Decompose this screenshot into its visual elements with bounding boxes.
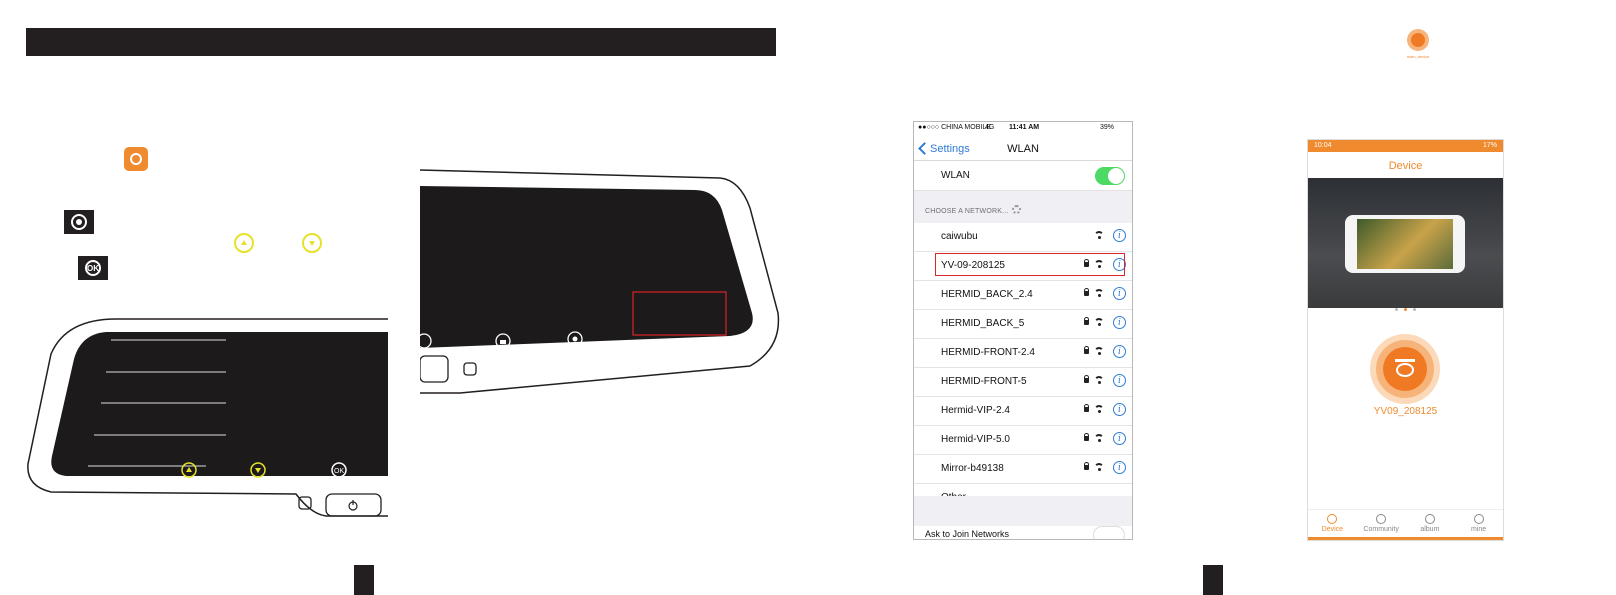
wifi-icon — [1094, 318, 1104, 326]
battery-percent: 17% — [1482, 142, 1497, 149]
device-icon — [1327, 514, 1338, 524]
status-bar: ●●○○○ CHINA MOBILE 4G 11:41 AM 39% — [914, 122, 1132, 134]
lock-icon — [1084, 462, 1089, 470]
networks-section-header: CHOOSE A NETWORK... — [914, 191, 1132, 223]
bottom-accent-bar — [1308, 537, 1503, 540]
ask-to-join-label: Ask to Join Networks — [925, 529, 1010, 539]
nav-bar: Settings WLAN — [914, 136, 1132, 161]
wlan-label: WLAN — [941, 170, 970, 181]
page-title: Device — [1388, 160, 1423, 172]
section-header-label: CHOOSE A NETWORK... — [925, 208, 1009, 215]
info-icon[interactable]: i — [1113, 345, 1126, 358]
wifi-icon — [1094, 347, 1104, 355]
wifi-icon — [1094, 376, 1104, 384]
wifi-icon — [1094, 260, 1104, 268]
network-row[interactable]: HERMID_BACK_5 i — [914, 310, 1132, 339]
svg-text:OK: OK — [334, 468, 344, 475]
tab-album[interactable]: album — [1406, 510, 1455, 540]
network-row[interactable]: HERMID-FRONT-5 i — [914, 368, 1132, 397]
page-title: WLAN — [1007, 143, 1039, 155]
lock-icon — [1084, 375, 1089, 383]
tab-mine[interactable]: mine — [1454, 510, 1503, 540]
device-name[interactable]: YV09_208125 — [1308, 406, 1503, 417]
info-icon[interactable]: i — [1113, 287, 1126, 300]
loading-spinner-icon — [1012, 205, 1021, 214]
lock-icon — [1084, 288, 1089, 296]
network-name: Hermid-VIP-2.4 — [941, 405, 1010, 416]
banner-carousel[interactable] — [1308, 178, 1503, 311]
network-name: Hermid-VIP-5.0 — [941, 434, 1010, 445]
app-device-screen: 10:04 17% Device YV09_208125 Device Comm… — [1307, 139, 1504, 541]
wlan-toggle[interactable] — [1095, 167, 1125, 185]
banner-video-preview — [1357, 219, 1453, 269]
status-bar: 10:04 17% — [1308, 140, 1503, 152]
lock-icon — [1084, 259, 1089, 267]
network-row[interactable]: Mirror-b49138 i — [914, 455, 1132, 484]
lock-icon — [1084, 433, 1089, 441]
dashcam-icon[interactable] — [1383, 347, 1427, 391]
battery-percent: 39% — [1099, 124, 1114, 131]
network-row[interactable]: HERMID-FRONT-2.4 i — [914, 339, 1132, 368]
info-icon[interactable]: i — [1113, 229, 1126, 242]
network-row[interactable]: Hermid-VIP-5.0 i — [914, 426, 1132, 455]
network-row[interactable]: Hermid-VIP-2.4 i — [914, 397, 1132, 426]
wlan-toggle-row: WLAN — [914, 162, 1132, 191]
network-name: HERMID-FRONT-5 — [941, 376, 1027, 387]
tab-community[interactable]: Community — [1357, 510, 1406, 540]
network-row[interactable]: caiwubu i — [914, 223, 1132, 252]
network-name: YV-09-208125 — [941, 260, 1005, 271]
info-icon[interactable]: i — [1113, 403, 1126, 416]
wifi-icon — [1094, 231, 1104, 239]
network-name: caiwubu — [941, 231, 978, 242]
up-key-icon — [234, 233, 254, 253]
menu-key-icon — [64, 210, 94, 234]
page-marker — [1203, 565, 1223, 595]
network-name: HERMID_BACK_5 — [941, 318, 1025, 329]
brand-logo-text: main_device — [1406, 54, 1430, 59]
banner-phone-image — [1345, 215, 1465, 273]
network-name: HERMID_BACK_2.4 — [941, 289, 1033, 300]
wlan-settings-screen: ●●○○○ CHINA MOBILE 4G 11:41 AM 39% Setti… — [913, 121, 1133, 540]
lock-icon — [1084, 404, 1089, 412]
network-name: Mirror-b49138 — [941, 463, 1004, 474]
carrier-label: ●●○○○ CHINA MOBILE — [918, 124, 991, 131]
bottom-tab-bar: Device Community album mine — [1308, 509, 1503, 540]
carousel-dots — [1308, 298, 1503, 316]
status-time: 10:04 — [1314, 142, 1332, 149]
wifi-icon — [1094, 289, 1104, 297]
ok-key-icon: OK — [78, 256, 108, 280]
status-time: 11:41 AM — [1009, 124, 1040, 131]
info-icon[interactable]: i — [1113, 374, 1126, 387]
brand-logo-icon — [1407, 29, 1429, 51]
info-icon[interactable]: i — [1113, 432, 1126, 445]
app-logo-icon — [124, 147, 148, 171]
lock-icon — [1084, 317, 1089, 325]
info-icon[interactable]: i — [1113, 316, 1126, 329]
wifi-icon — [1094, 434, 1104, 442]
mirror-device-front: OK — [27, 318, 388, 517]
network-name: HERMID-FRONT-2.4 — [941, 347, 1035, 358]
wifi-icon — [1094, 463, 1104, 471]
lock-icon — [1084, 346, 1089, 354]
album-icon — [1424, 514, 1435, 524]
info-icon[interactable]: i — [1113, 461, 1126, 474]
network-list: caiwubu i YV-09-208125 i HERMID_BACK_2.4… — [914, 223, 1132, 512]
community-icon — [1376, 514, 1387, 524]
network-row-highlighted[interactable]: YV-09-208125 i — [914, 252, 1132, 281]
info-icon[interactable]: i — [1113, 258, 1126, 271]
section-gap — [914, 496, 1132, 526]
mirror-device-closeup — [420, 169, 780, 394]
user-icon — [1473, 514, 1484, 524]
down-key-icon — [302, 233, 322, 253]
tab-device[interactable]: Device — [1308, 510, 1357, 540]
ask-to-join-toggle[interactable] — [1093, 526, 1125, 539]
network-type: 4G — [985, 124, 995, 131]
wifi-icon — [1094, 405, 1104, 413]
page-marker — [354, 565, 374, 595]
network-row[interactable]: HERMID_BACK_2.4 i — [914, 281, 1132, 310]
section-header-bar — [26, 28, 776, 56]
